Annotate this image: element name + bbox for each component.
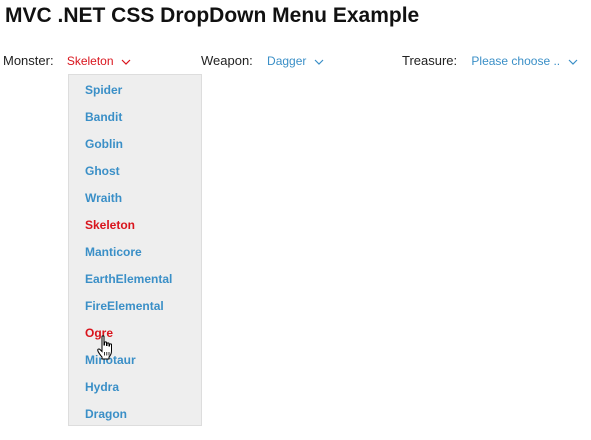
monster-field: Monster: Skeleton (3, 52, 132, 70)
monster-dropdown-menu: Spider Bandit Goblin Ghost Wraith Skeleton Man… (68, 74, 202, 426)
weapon-label: Weapon: (201, 53, 253, 68)
monster-label: Monster: (3, 53, 54, 68)
monster-dropdown-value[interactable]: Skeleton (67, 54, 114, 68)
menu-item-bandit[interactable]: Bandit (85, 110, 122, 124)
treasure-label: Treasure: (402, 53, 458, 68)
chevron-down-icon[interactable] (567, 56, 579, 68)
menu-item-skeleton[interactable]: Skeleton (85, 218, 135, 232)
treasure-dropdown-value[interactable]: Please choose .. (471, 54, 560, 68)
menu-item-dragon[interactable]: Dragon (85, 407, 127, 421)
menu-item-earthelemental[interactable]: EarthElemental (85, 272, 172, 286)
chevron-down-icon[interactable] (120, 56, 132, 68)
hand-pointer-icon (97, 335, 117, 361)
weapon-field: Weapon: Dagger (201, 52, 325, 70)
weapon-dropdown-value[interactable]: Dagger (267, 54, 306, 68)
treasure-field: Treasure: Please choose .. (402, 52, 579, 70)
menu-item-manticore[interactable]: Manticore (85, 245, 142, 259)
menu-item-wraith[interactable]: Wraith (85, 191, 122, 205)
menu-item-fireelemental[interactable]: FireElemental (85, 299, 164, 313)
menu-item-spider[interactable]: Spider (85, 83, 122, 97)
page-title: MVC .NET CSS DropDown Menu Example (5, 4, 420, 27)
chevron-down-icon[interactable] (313, 56, 325, 68)
menu-item-ghost[interactable]: Ghost (85, 164, 120, 178)
menu-item-hydra[interactable]: Hydra (85, 380, 119, 394)
menu-item-goblin[interactable]: Goblin (85, 137, 123, 151)
